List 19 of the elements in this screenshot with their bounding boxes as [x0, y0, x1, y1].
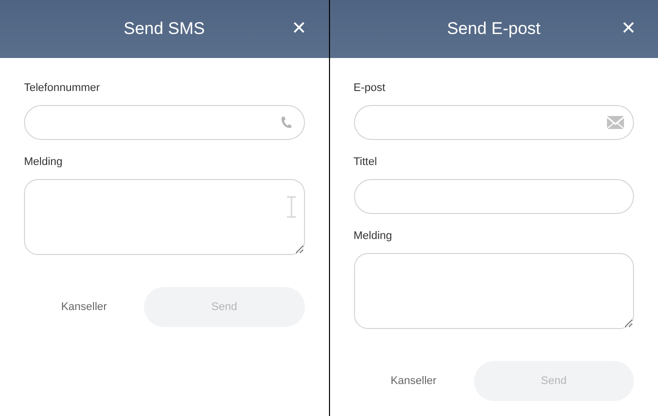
- email-field[interactable]: [354, 105, 634, 140]
- dialog-title: Send SMS: [124, 18, 205, 40]
- field-label: E-post: [354, 81, 386, 95]
- message-field[interactable]: [24, 179, 304, 255]
- cancel-button[interactable]: Kanseller: [24, 287, 144, 327]
- title-field[interactable]: [354, 179, 634, 214]
- close-button[interactable]: ✕: [621, 19, 636, 37]
- text-cursor-icon: [286, 196, 296, 218]
- field-label: Telefonnummer: [24, 81, 101, 95]
- envelope-icon: [607, 116, 624, 129]
- message-field[interactable]: [354, 253, 634, 329]
- field-label: Melding: [24, 155, 64, 169]
- field-label: Tittel: [354, 155, 378, 169]
- dialog-title: Send E-post: [446, 18, 541, 40]
- field-label: Melding: [354, 229, 394, 243]
- phone-field[interactable]: [24, 105, 304, 140]
- phone-icon: [280, 116, 292, 129]
- close-button[interactable]: ✕: [292, 19, 306, 37]
- cancel-button[interactable]: Kanseller: [354, 361, 474, 401]
